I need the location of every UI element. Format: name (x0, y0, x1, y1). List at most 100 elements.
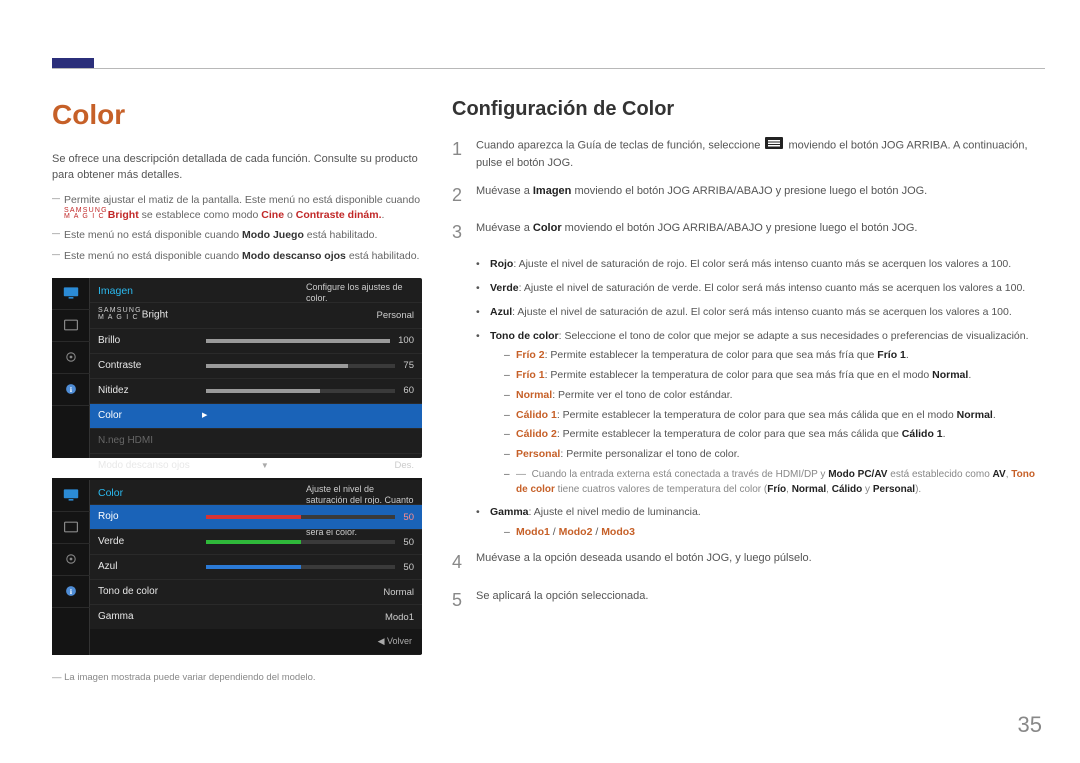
step-3: 3 Muévase a Color moviendo el botón JOG … (452, 220, 1042, 245)
slider-track (206, 339, 390, 343)
sub-frio2: Frío 2: Permite establecer la temperatur… (504, 348, 1042, 364)
note-1-pre: Permite ajustar el matiz de la pantalla.… (64, 194, 420, 206)
row-label: Gamma (98, 610, 198, 624)
osd-title: Color (98, 486, 123, 501)
modo1: Modo1 (516, 526, 550, 538)
note-1-mid: se establece como modo (139, 209, 262, 221)
row-label: Modo descanso ojos (98, 459, 198, 473)
intro-text: Se ofrece una descripción detallada de c… (52, 152, 422, 183)
step-number: 3 (452, 220, 476, 245)
note-3-pre: Este menú no está disponible cuando (64, 250, 242, 262)
frame-icon[interactable] (52, 512, 90, 544)
osd-row-contraste[interactable]: Contraste 75 (90, 353, 422, 378)
bright-word: Bright (108, 209, 139, 221)
row-value: 50 (403, 561, 414, 574)
info-icon[interactable]: i (52, 576, 90, 608)
note-2-pre: Este menú no está disponible cuando (64, 229, 242, 241)
step-number: 4 (452, 550, 476, 575)
note-3: Este menú no está disponible cuando Modo… (52, 249, 422, 264)
slider-track (206, 515, 395, 519)
row-label: Azul (98, 560, 198, 574)
sep1: / (550, 526, 559, 538)
step-text: Muévase a (476, 185, 533, 197)
chevron-down-icon: ▼ (261, 460, 269, 471)
osd-row-tono[interactable]: Tono de color Normal (90, 579, 422, 604)
note-2-post: está habilitado. (304, 229, 378, 241)
header-tab (52, 58, 94, 68)
osd-row-nneg: N.neg HDMI (90, 428, 422, 453)
osd-row-azul[interactable]: Azul 50 (90, 554, 422, 579)
frio1-end: Normal (932, 369, 968, 381)
note-av: AV (993, 469, 1006, 480)
note-calido: Cálido (832, 484, 863, 495)
row-label: Nitidez (98, 384, 198, 398)
cal2-text: : Permite establecer la temperatura de c… (557, 428, 902, 440)
frio2-text: : Permite establecer la temperatura de c… (545, 349, 878, 361)
li-azul: Azul: Ajuste el nivel de saturación de a… (476, 305, 1042, 321)
osd-row-descanso[interactable]: Modo descanso ojos ▼ Des. (90, 453, 422, 478)
row-label: Color (98, 409, 198, 423)
note-normal: Normal (792, 484, 826, 495)
section-title: Configuración de Color (452, 95, 1042, 123)
modo-descanso-ojos: Modo descanso ojos (242, 250, 346, 262)
osd-imagen: i Imagen Configure los ajustes de color.… (52, 278, 422, 458)
osd-row-nitidez[interactable]: Nitidez 60 (90, 378, 422, 403)
li-verde: Verde: Ajuste el nivel de saturación de … (476, 281, 1042, 297)
personal-label: Personal (516, 448, 560, 460)
osd-hint: Configure los ajustes de color. (306, 282, 416, 304)
text-azul: : Ajuste el nivel de saturación de azul.… (512, 306, 1012, 318)
slider-track (206, 540, 395, 544)
back-button[interactable]: ◀ Volver (378, 635, 412, 648)
text-gamma: : Ajuste el nivel medio de luminancia. (529, 506, 701, 518)
note-3-post: está habilitado. (346, 250, 420, 262)
row-value: 100 (398, 334, 414, 347)
menu-icon (765, 137, 783, 155)
sub-personal: Personal: Permite personalizar el tono d… (504, 447, 1042, 463)
cal2-label: Cálido 2 (516, 428, 557, 440)
li-tono: Tono de color: Seleccione el tono de col… (476, 329, 1042, 497)
text-rojo: : Ajuste el nivel de saturación de rojo.… (513, 258, 1011, 270)
note-2: Este menú no está disponible cuando Modo… (52, 228, 422, 243)
frame-icon[interactable] (52, 310, 90, 342)
row-value: Modo1 (385, 611, 414, 624)
gear-icon[interactable] (52, 544, 90, 576)
slider-fill (206, 339, 390, 343)
osd-row-gamma[interactable]: Gamma Modo1 (90, 604, 422, 629)
modo-juego: Modo Juego (242, 229, 304, 241)
monitor-icon[interactable] (52, 480, 90, 512)
slider-fill (206, 540, 301, 544)
row-value: 50 (403, 511, 414, 524)
note-frio: Frío (767, 484, 786, 495)
cal1-label: Cálido 1 (516, 409, 557, 421)
tono-sublist: Frío 2: Permite establecer la temperatur… (490, 348, 1042, 463)
row-value: Normal (383, 586, 414, 599)
row-label: Verde (98, 535, 198, 549)
osd-row-color[interactable]: Color ▶ (90, 403, 422, 428)
osd-row-rojo[interactable]: Rojo 50 (90, 504, 422, 529)
osd-sidebar: i (52, 480, 90, 655)
li-gamma: Gamma: Ajuste el nivel medio de luminanc… (476, 505, 1042, 541)
slider-fill (206, 364, 348, 368)
osd-row-magicbright[interactable]: SAMSUNGM A G I CBright Personal (90, 302, 422, 328)
cal1-text: : Permite establecer la temperatura de c… (557, 409, 957, 421)
bright-suffix: Bright (142, 310, 168, 321)
note-personal: Personal (873, 484, 915, 495)
note-mid2: tiene cuatros valores de temperatura del… (555, 484, 767, 495)
sep2: / (592, 526, 601, 538)
osd-row-brillo[interactable]: Brillo 100 (90, 328, 422, 353)
row-value: Des. (394, 459, 414, 472)
label-azul: Azul (490, 306, 512, 318)
step-text: Se aplicará la opción seleccionada. (476, 588, 1042, 605)
osd-row-verde[interactable]: Verde 50 (90, 529, 422, 554)
row-label: SAMSUNGM A G I CBright (98, 308, 198, 323)
note-line: ― Cuando la entrada externa está conecta… (504, 467, 1042, 497)
note-mid1: está establecido como (887, 469, 992, 480)
monitor-icon[interactable] (52, 278, 90, 310)
slider-fill (206, 389, 320, 393)
tono-note: ― Cuando la entrada externa está conecta… (490, 467, 1042, 497)
info-icon[interactable]: i (52, 374, 90, 406)
step-text: moviendo el botón JOG ARRIBA/ABAJO y pre… (562, 222, 918, 234)
row-value: 60 (403, 384, 414, 397)
row-label: Tono de color (98, 585, 198, 599)
gear-icon[interactable] (52, 342, 90, 374)
